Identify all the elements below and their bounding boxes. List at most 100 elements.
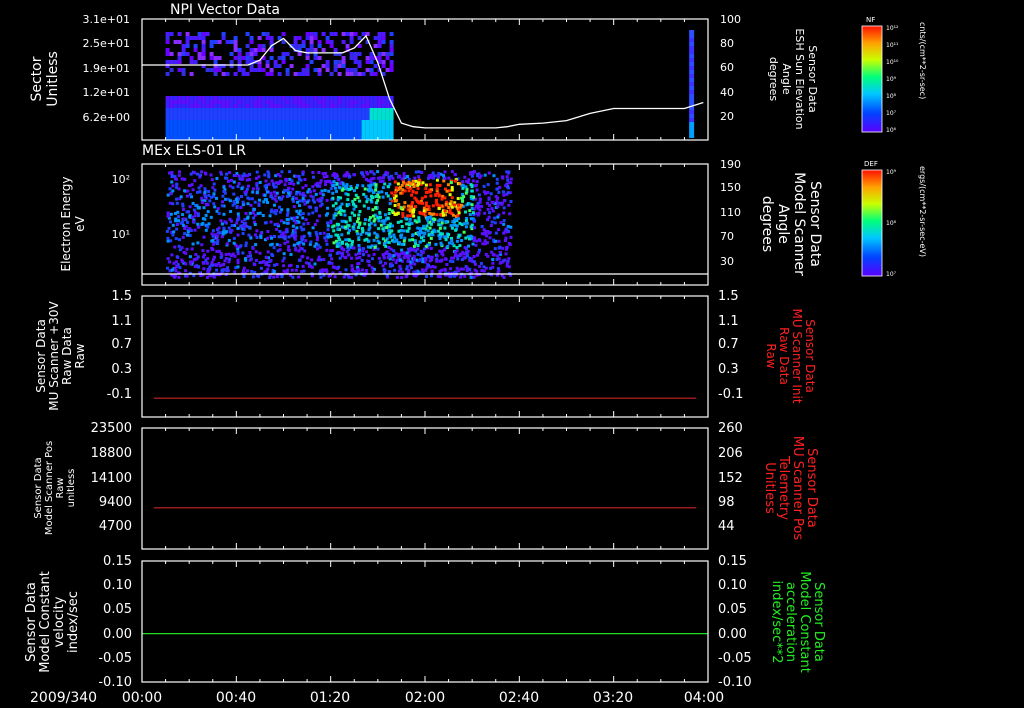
svg-text:Sensor Data: Sensor Data: [807, 181, 823, 267]
heatmap-cell: [411, 189, 415, 193]
heatmap-cell: [437, 193, 441, 197]
heatmap-cell: [507, 257, 511, 261]
heatmap-cell: [377, 116, 382, 120]
heatmap-cell: [169, 239, 173, 243]
heatmap-cell: [289, 120, 294, 124]
heatmap-cell: [201, 132, 206, 136]
heatmap-cell: [257, 203, 261, 207]
heatmap-cell: [325, 132, 330, 136]
heatmap-cell: [443, 226, 447, 230]
heatmap-cell: [186, 233, 189, 237]
heatmap-cell: [253, 48, 258, 52]
heatmap-cell: [449, 181, 453, 185]
heatmap-cell: [286, 211, 290, 214]
heatmap-cell: [333, 128, 338, 132]
panel3-ytick: 0.3: [111, 362, 132, 377]
heatmap-cell: [478, 239, 482, 243]
svg-text:Sensor Data: Sensor Data: [33, 457, 44, 518]
heatmap-cell: [255, 176, 258, 180]
heatmap-cell: [304, 218, 308, 222]
heatmap-cell: [309, 40, 314, 44]
heatmap-cell: [236, 226, 240, 230]
heatmap-cell: [367, 263, 371, 267]
heatmap-cell: [389, 136, 394, 140]
heatmap-cell: [201, 56, 206, 60]
heatmap-cell: [380, 219, 384, 223]
heatmap-cell: [373, 104, 378, 108]
heatmap-cell: [317, 128, 322, 132]
heatmap-cell: [349, 72, 354, 76]
panel1-y2tick: 100: [720, 13, 741, 26]
heatmap-cell: [169, 32, 174, 36]
heatmap-cell: [249, 132, 254, 136]
heatmap-cell: [478, 197, 482, 201]
heatmap-cell: [435, 183, 439, 187]
heatmap-cell: [425, 208, 429, 211]
heatmap-cell: [235, 206, 239, 209]
heatmap-cell: [284, 179, 288, 183]
heatmap-cell: [394, 198, 398, 202]
heatmap-cell: [197, 56, 202, 60]
heatmap-cell: [350, 243, 354, 246]
heatmap-cell: [502, 190, 505, 194]
heatmap-cell: [281, 56, 286, 60]
heatmap-cell: [377, 52, 382, 56]
heatmap-cell: [351, 199, 355, 203]
heatmap-cell: [331, 225, 335, 229]
heatmap-cell: [174, 217, 178, 221]
heatmap-cell: [297, 72, 302, 76]
heatmap-cell: [420, 171, 424, 174]
heatmap-cell: [402, 251, 406, 255]
heatmap-cell: [253, 96, 258, 100]
heatmap-cell: [325, 116, 330, 120]
heatmap-cell: [269, 104, 274, 108]
panel1-heatmap: [165, 30, 695, 140]
heatmap-cell: [365, 170, 369, 174]
heatmap-cell: [464, 191, 468, 195]
heatmap-cell: [318, 245, 322, 249]
heatmap-cell: [289, 108, 294, 112]
heatmap-cell: [309, 44, 314, 48]
heatmap-cell: [205, 108, 210, 112]
heatmap-cell: [472, 255, 476, 258]
heatmap-cell: [365, 116, 370, 120]
heatmap-cell: [177, 128, 182, 132]
heatmap-cell: [281, 32, 286, 36]
heatmap-cell: [388, 208, 392, 212]
heatmap-cell: [201, 44, 206, 48]
heatmap-cell: [195, 257, 199, 261]
heatmap-cell: [237, 56, 242, 60]
heatmap-cell: [301, 120, 306, 124]
heatmap-cell: [173, 112, 178, 116]
heatmap-cell: [463, 274, 467, 278]
svg-text:Raw Data: Raw Data: [777, 327, 791, 385]
heatmap-cell: [318, 181, 322, 185]
heatmap-cell: [265, 120, 270, 124]
heatmap-cell: [241, 104, 246, 108]
heatmap-cell: [301, 197, 305, 201]
heatmap-cell: [297, 120, 302, 124]
heatmap-cell: [278, 229, 282, 233]
heatmap-cell: [196, 241, 200, 245]
heatmap-cell: [206, 275, 209, 279]
heatmap-cell: [331, 191, 335, 195]
heatmap-cell: [209, 104, 214, 108]
panel5-ytick: 0.15: [103, 554, 132, 569]
heatmap-cell: [229, 40, 234, 44]
heatmap-cell: [261, 96, 266, 100]
heatmap-cell: [434, 242, 438, 246]
heatmap-cell: [313, 68, 318, 72]
heatmap-cell: [173, 128, 178, 132]
heatmap-cell: [232, 241, 236, 245]
heatmap-cell: [329, 112, 334, 116]
heatmap-cell: [220, 235, 224, 239]
time-tick-label: 02:40: [499, 690, 539, 706]
heatmap-cell: [272, 270, 276, 273]
heatmap-cell: [298, 204, 301, 208]
heatmap-cell: [382, 254, 386, 258]
heatmap-cell: [195, 172, 199, 176]
heatmap-cell: [273, 100, 278, 104]
heatmap-cell: [313, 36, 318, 40]
heatmap-cell: [213, 68, 218, 72]
heatmap-cell: [313, 96, 318, 100]
